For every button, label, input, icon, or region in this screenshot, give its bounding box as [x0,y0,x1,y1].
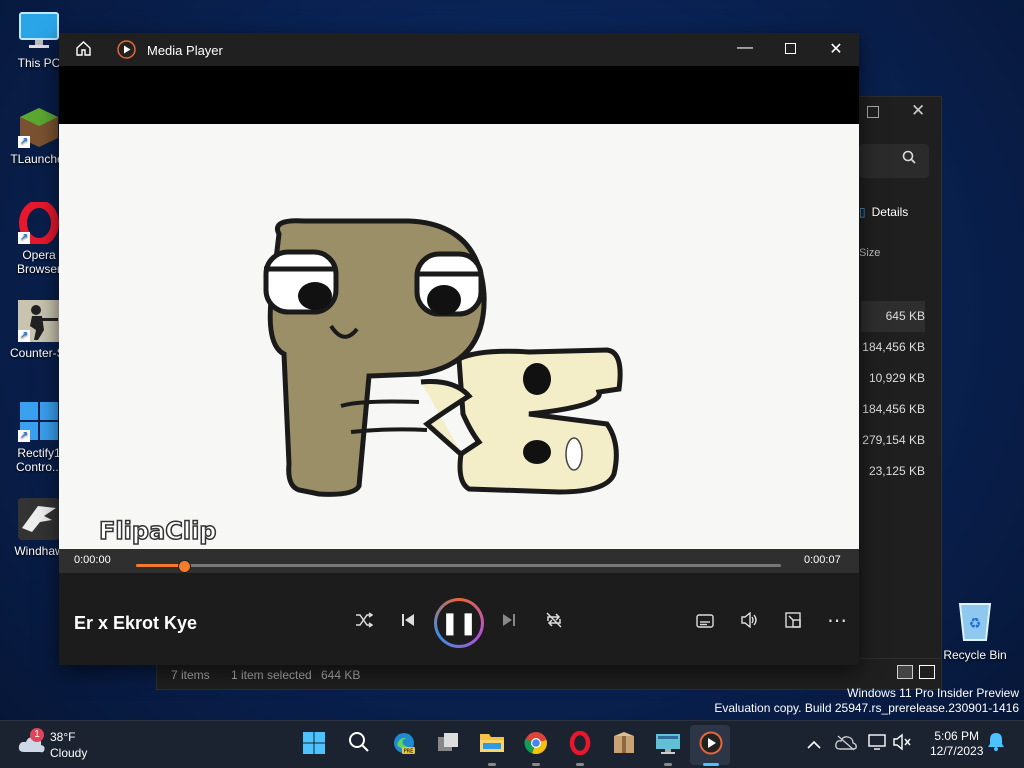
search-icon[interactable] [345,731,373,759]
shortcut-arrow-icon: ↗ [18,430,30,442]
size-column-header[interactable]: Size [859,247,880,259]
selected-count: 1 item selected [231,668,312,682]
close-icon[interactable]: ✕ [826,40,846,60]
media-player-logo-icon [117,40,136,64]
shortcut-arrow-icon: ↗ [18,232,30,244]
shortcut-arrow-icon: ↗ [18,330,30,342]
chrome-icon[interactable] [522,731,550,759]
grass-block-icon: ↗ [18,106,60,148]
search-icon [902,150,916,168]
total-time: 0:00:07 [804,554,841,566]
remote-desktop-icon[interactable] [654,731,682,759]
svg-text:PRE: PRE [404,749,414,755]
edge-beta-icon[interactable]: PRE [390,731,418,759]
file-size[interactable]: 23,125 KB [861,456,925,487]
running-indicator [664,763,672,766]
monitor-icon [18,10,60,52]
file-explorer-icon[interactable] [478,731,506,759]
home-icon[interactable] [73,40,93,60]
volume-icon[interactable] [736,610,762,636]
clock[interactable]: 5:06 PM 12/7/2023 [930,729,983,759]
clock-time: 5:06 PM [934,729,980,743]
pause-icon: ❚❚ [437,601,481,645]
clock-date: 12/7/2023 [930,744,984,758]
opera-taskbar-icon[interactable] [566,730,594,759]
list-view-icon[interactable] [897,665,913,679]
shortcut-arrow-icon: ↗ [18,136,30,148]
task-view-icon[interactable] [434,731,462,759]
media-player-taskbar-icon[interactable] [697,731,725,759]
media-player-window[interactable]: Media Player — ✕ FlipaClip 0:00:00 0:00:… [59,33,859,665]
windows-evaluation-watermark: Windows 11 Pro Insider Preview Evaluatio… [714,686,1019,716]
package-icon[interactable] [610,731,638,759]
search-box[interactable] [859,144,929,178]
details-pane-button[interactable]: ▯ Details [859,205,908,219]
windows-logo-icon: ↗ [18,400,60,442]
eagle-icon [18,498,60,540]
item-count: 7 items [171,668,210,682]
current-time: 0:00:00 [74,554,111,566]
running-indicator [488,763,496,766]
flipaclip-watermark: FlipaClip [98,516,217,546]
more-options-icon[interactable]: ⋯ [824,608,850,634]
seek-progress [136,564,185,567]
running-indicator [532,763,540,766]
seek-bar-area[interactable]: 0:00:00 0:00:07 [59,549,859,573]
soldier-icon: ↗ [18,300,60,342]
desktop-icon-recycle-bin[interactable]: ♻ Recycle Bin [940,598,1010,662]
onedrive-offline-icon[interactable] [832,731,860,759]
thumbnail-view-icon[interactable] [919,665,935,679]
seek-slider[interactable] [136,560,781,573]
file-size[interactable]: 10,929 KB [861,363,925,394]
recycle-bin-icon: ♻ [954,598,996,642]
now-playing-title: Er x Ekrot Kye [74,613,198,633]
pause-button[interactable]: ❚❚ [434,598,484,648]
file-size-list: 645 KB 184,456 KB 10,929 KB 184,456 KB 2… [861,301,925,487]
shuffle-icon[interactable] [351,610,377,636]
subtitles-icon[interactable] [692,610,718,636]
seek-thumb[interactable] [178,560,192,573]
maximize-icon[interactable] [867,106,879,118]
maximize-icon[interactable] [780,40,800,60]
volume-muted-icon[interactable] [888,731,916,759]
playback-controls: Er x Ekrot Kye ❚❚ ⋯ [59,573,859,665]
file-size[interactable]: 645 KB [861,301,925,332]
minimize-icon[interactable]: — [735,38,755,58]
cartoon-characters-image [263,218,623,497]
previous-track-icon[interactable] [395,610,421,636]
selected-size: 644 KB [321,668,361,682]
file-size[interactable]: 279,154 KB [861,425,925,456]
mini-player-icon[interactable] [780,610,806,636]
next-track-icon[interactable] [496,610,522,636]
close-icon[interactable]: ✕ [911,101,925,121]
file-size[interactable]: 184,456 KB [861,394,925,425]
file-size[interactable]: 184,456 KB [861,332,925,363]
weather-condition: Cloudy [50,746,88,760]
taskbar: 1 38°F Cloudy PRE 5:06 PM 12/7/2023 [0,720,1024,768]
weather-temperature: 38°F [50,730,76,744]
repeat-off-icon[interactable] [541,610,567,636]
svg-text:♻: ♻ [969,616,982,632]
active-indicator [703,763,719,766]
running-indicator [576,763,584,766]
window-title: Media Player [147,43,223,58]
start-button[interactable] [300,731,328,759]
details-pane-icon: ▯ [859,205,866,219]
desktop-icon-label: Recycle Bin [943,648,1007,662]
video-frame[interactable]: FlipaClip [59,124,859,549]
notification-bell-icon[interactable] [982,731,1010,759]
show-hidden-icons-chevron[interactable] [800,731,828,759]
weather-alert-badge: 1 [30,728,44,742]
eval-edition: Windows 11 Pro Insider Preview [847,686,1019,700]
video-area[interactable]: FlipaClip [59,66,859,582]
title-bar[interactable]: Media Player — ✕ [59,33,859,66]
eval-build: Evaluation copy. Build 25947.rs_prerelea… [714,701,1019,715]
opera-icon: ↗ [18,200,60,246]
